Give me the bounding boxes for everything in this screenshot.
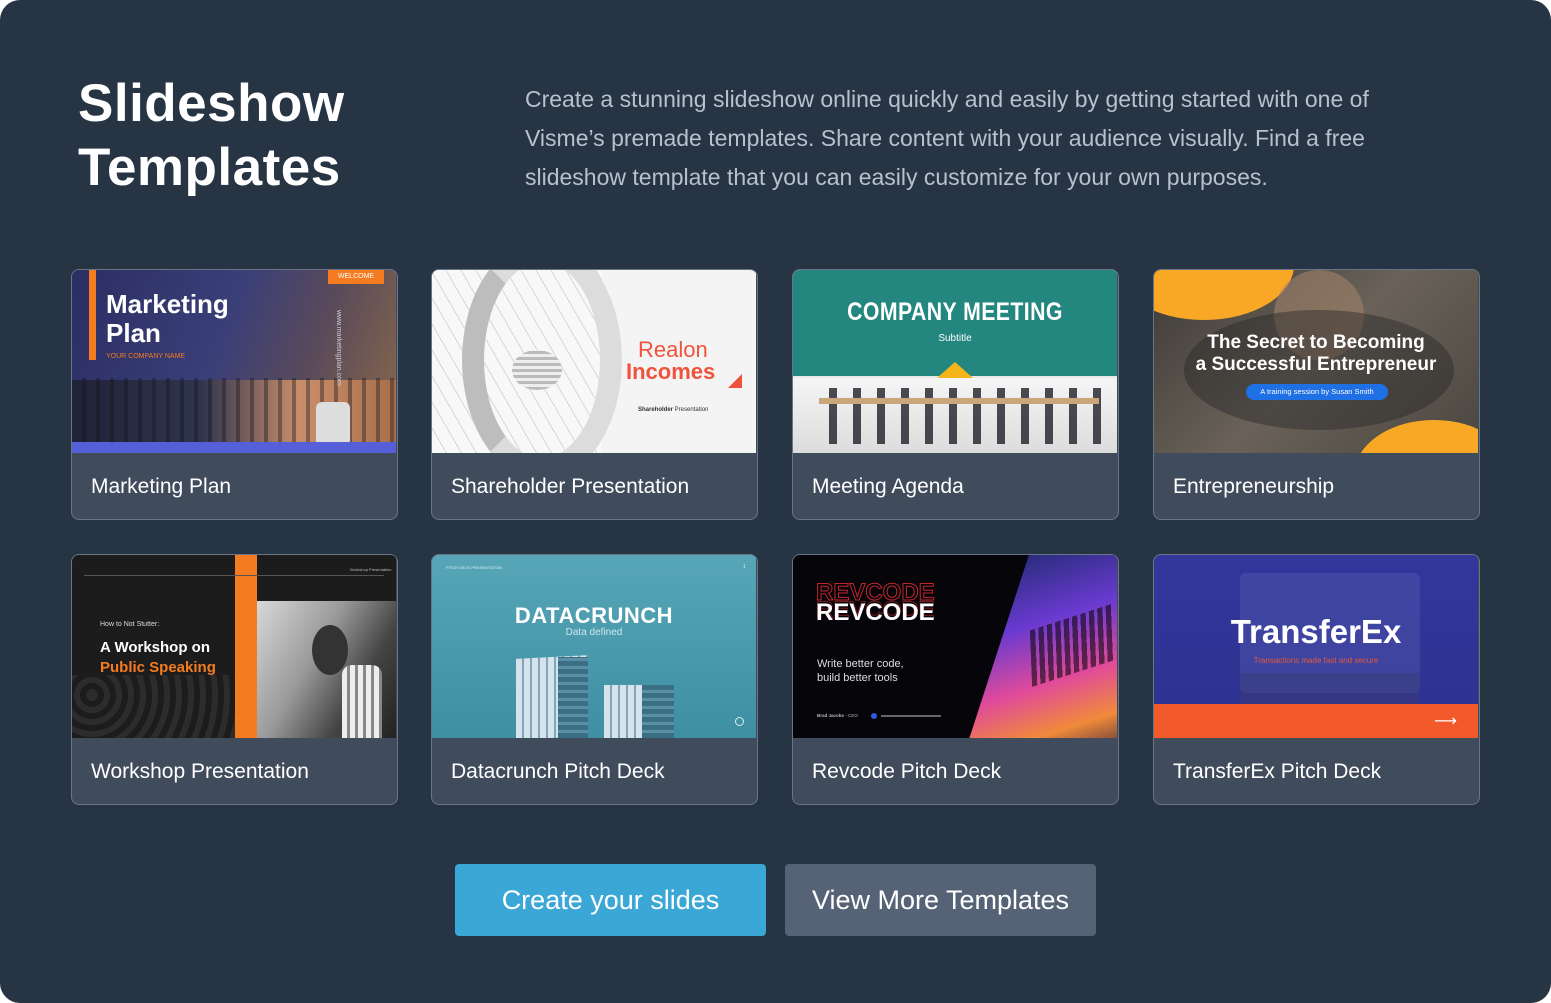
template-card-datacrunch-pitch-deck[interactable]: PITCH DECK PRESENTATION 1 DATACRUNCH Dat… [431, 554, 758, 805]
thumb-corner-text: Workshop Presentation [350, 567, 392, 572]
thumb-title: Plan [106, 318, 161, 348]
template-card-entrepreneurship[interactable]: The Secret to Becoming a Successful Entr… [1153, 269, 1480, 520]
template-thumbnail: REVCODE REVCODE REVCODE Write better cod… [793, 555, 1117, 738]
thumb-badge: WELCOME [328, 270, 384, 284]
thumb-title: A Workshop on [100, 639, 210, 656]
template-card-label: Meeting Agenda [812, 475, 964, 498]
thumb-title: Public Speaking [100, 659, 216, 676]
template-card-label: Shareholder Presentation [451, 475, 690, 498]
view-more-templates-button[interactable]: View More Templates [785, 864, 1096, 936]
template-card-label: Datacrunch Pitch Deck [451, 760, 665, 783]
thumb-title: Incomes [626, 359, 716, 384]
thumb-title: a Successful Entrepreneur [1195, 354, 1437, 375]
templates-panel: Slideshow Templates Create a stunning sl… [0, 0, 1551, 1003]
template-card-shareholder-presentation[interactable]: Realon Incomes Shareholder Presentation … [431, 269, 758, 520]
template-card-label: Marketing Plan [91, 475, 232, 498]
thumb-title: The Secret to Becoming [1207, 332, 1425, 353]
template-thumbnail: Realon Incomes Shareholder Presentation [432, 270, 756, 453]
thumb-title: REVCODE [816, 599, 935, 626]
template-thumbnail: COMPANY MEETING Subtitle [793, 270, 1117, 453]
thumb-subtitle: Transactions made fast and secure [1253, 656, 1379, 665]
thumb-subtitle: YOUR COMPANY NAME [106, 353, 186, 360]
thumb-kicker: How to Not Stutter: [100, 621, 160, 628]
page-description: Create a stunning slideshow online quick… [525, 86, 1369, 190]
thumb-subtitle: Data defined [565, 627, 623, 638]
template-thumbnail: PITCH DECK PRESENTATION 1 DATACRUNCH Dat… [432, 555, 756, 738]
template-card-marketing-plan[interactable]: WELCOME Marketing Plan YOUR COMPANY NAME… [71, 269, 398, 520]
template-card-label: Entrepreneurship [1173, 475, 1335, 498]
arrow-right-icon: ⟶ [1434, 713, 1457, 730]
page-title: Slideshow Templates [78, 74, 345, 197]
thumb-pill: A training session by Susan Smith [1246, 384, 1388, 400]
template-card-label: Workshop Presentation [91, 760, 309, 783]
thumb-title: TransferEx [1230, 613, 1402, 650]
thumb-corner-text: PITCH DECK PRESENTATION [446, 565, 502, 570]
template-thumbnail: Workshop Presentation How to Not Stutter… [72, 555, 396, 738]
thumb-title: COMPANY MEETING [847, 298, 1063, 326]
template-thumbnail: The Secret to Becoming a Successful Entr… [1154, 270, 1478, 453]
thumb-page-number: 1 [743, 564, 746, 570]
thumb-side-text: www.marketingplan.com [335, 310, 342, 386]
contact-icon [871, 713, 877, 719]
template-card-meeting-agenda[interactable]: COMPANY MEETING Subtitle Meeting Agenda [792, 269, 1119, 520]
thumb-subtitle: Subtitle [938, 333, 972, 344]
template-thumbnail: ⟶ TransferEx Transactions made fast and … [1154, 555, 1478, 738]
info-icon [735, 717, 744, 726]
template-card-revcode-pitch-deck[interactable]: REVCODE REVCODE REVCODE Write better cod… [792, 554, 1119, 805]
thumb-footer: Shareholder Presentation [638, 407, 709, 413]
thumb-author: Brad Jacobs - CEO [817, 713, 858, 718]
template-thumbnail: WELCOME Marketing Plan YOUR COMPANY NAME… [72, 270, 396, 453]
template-card-label: TransferEx Pitch Deck [1173, 760, 1382, 783]
template-card-transferex-pitch-deck[interactable]: ⟶ TransferEx Transactions made fast and … [1153, 554, 1480, 805]
thumb-title: DATACRUNCH [514, 603, 674, 628]
create-slides-button[interactable]: Create your slides [455, 864, 766, 936]
thumb-title: Marketing [106, 289, 229, 319]
template-card-label: Revcode Pitch Deck [812, 760, 1002, 783]
thumb-tagline: build better tools [817, 672, 898, 684]
thumb-tagline: Write better code, [817, 658, 904, 670]
template-card-workshop-presentation[interactable]: Workshop Presentation How to Not Stutter… [71, 554, 398, 805]
